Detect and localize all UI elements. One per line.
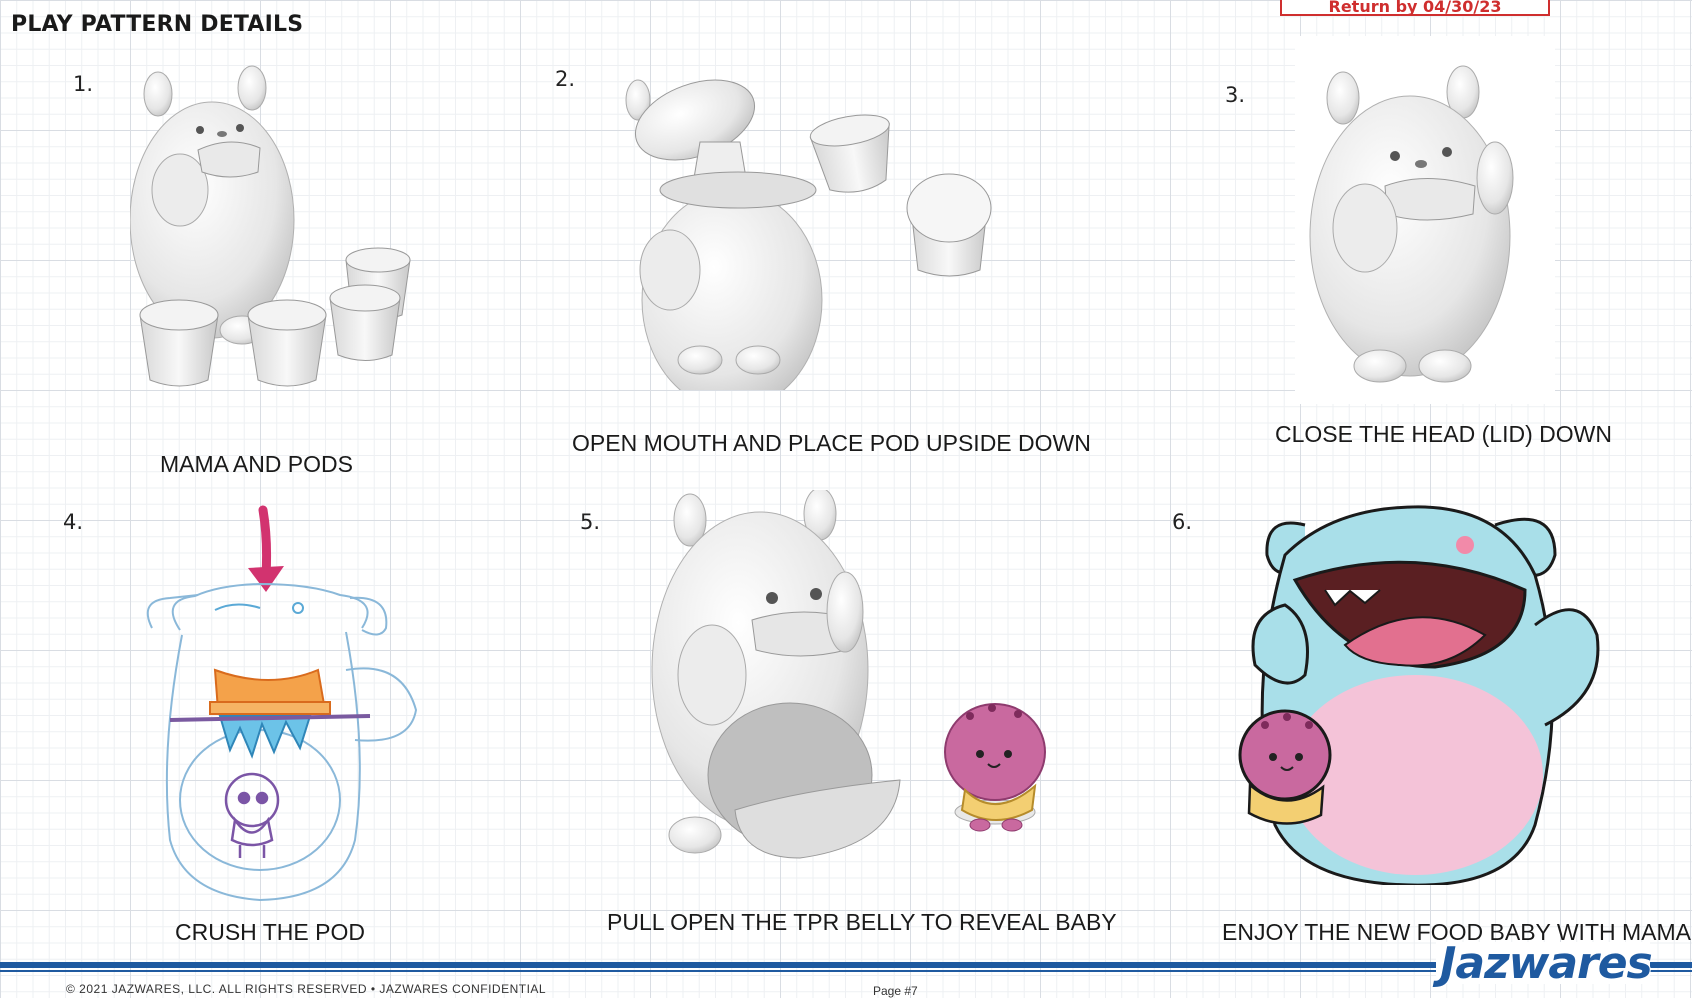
page-title: PLAY PATTERN DETAILS <box>11 12 304 37</box>
jazwares-logo: Jazwares <box>1439 937 1654 990</box>
down-arrow-icon <box>248 505 284 592</box>
step-5-illustration <box>651 490 1046 859</box>
step-3-number: 3. <box>1225 83 1246 107</box>
mama-open-belly <box>651 490 901 859</box>
step-1-illustration <box>130 65 411 387</box>
baby-color-figure <box>1238 709 1332 825</box>
baby-figure <box>944 703 1046 832</box>
crushed-pod-icon <box>169 668 371 759</box>
mama-open-head <box>625 79 823 390</box>
mama-color-figure <box>1251 505 1600 885</box>
step-6-number: 6. <box>1172 510 1193 534</box>
step-3-illustration <box>1295 36 1555 404</box>
step-1-caption: MAMA AND PODS <box>160 451 353 477</box>
step-5-caption: PULL OPEN THE TPR BELLY TO REVEAL BABY <box>607 909 1117 935</box>
step-3-caption: CLOSE THE HEAD (LID) DOWN <box>1275 421 1612 447</box>
step-1-number: 1. <box>73 72 94 96</box>
step-2-illustration <box>625 79 992 390</box>
baby-sketch <box>224 772 280 858</box>
page-number: Page #7 <box>873 984 918 998</box>
step-5-number: 5. <box>580 510 601 534</box>
step-2-number: 2. <box>555 67 576 91</box>
step-4-number: 4. <box>63 510 84 534</box>
step-4-caption: CRUSH THE POD <box>175 919 365 945</box>
step-2-caption: OPEN MOUTH AND PLACE POD UPSIDE DOWN <box>572 430 1091 456</box>
return-date-badge: Return by 04/30/23 <box>1280 0 1550 16</box>
mama-sketch <box>146 582 418 902</box>
step-4-illustration <box>146 505 418 902</box>
step-6-illustration <box>1238 505 1600 885</box>
pod-cups-flipped <box>809 114 992 277</box>
